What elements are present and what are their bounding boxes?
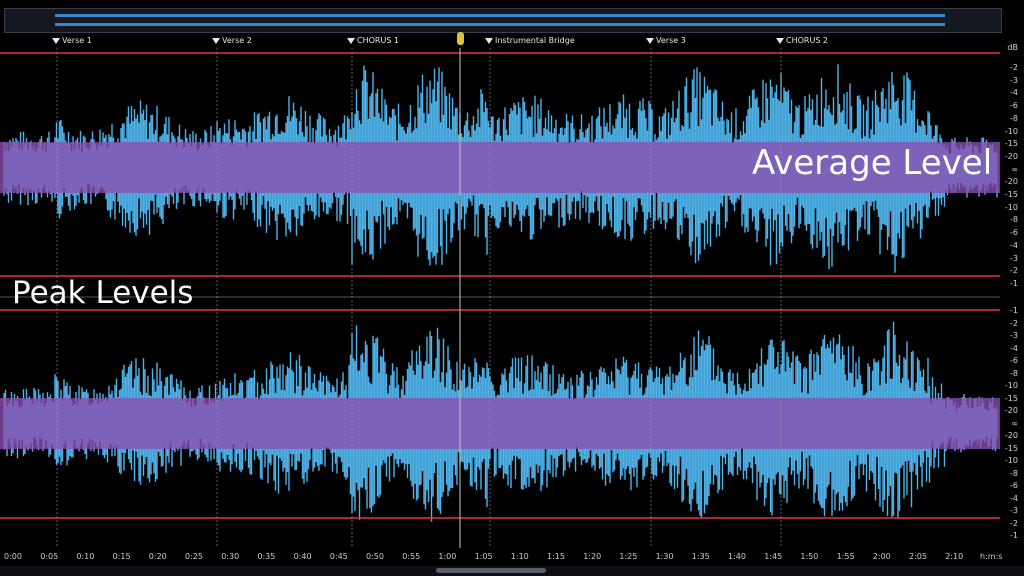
scrollbar-thumb[interactable]	[436, 568, 546, 573]
db-tick-label: -10	[1004, 126, 1018, 136]
db-tick-label: -4	[1010, 88, 1018, 98]
db-tick-label: -15	[1004, 443, 1018, 453]
timeline-tick-label: 0:15	[112, 552, 131, 561]
timeline-tick-label: 2:10	[945, 552, 964, 561]
timeline-tick-label: 1:45	[764, 552, 783, 561]
db-tick-label: -6	[1010, 356, 1018, 365]
db-tick-label: -20	[1004, 406, 1018, 415]
timeline-tick-label: 0:00	[4, 552, 22, 561]
db-tick-label: -6	[1010, 228, 1018, 238]
db-tick-label: -1	[1010, 306, 1018, 315]
db-tick-label: -20	[1004, 151, 1018, 161]
timeline-tick-label: 0:05	[40, 552, 59, 561]
db-tick-label: -6	[1010, 101, 1018, 111]
db-tick-label: -8	[1010, 468, 1018, 478]
db-tick-label: -10	[1004, 381, 1018, 390]
db-tick-label: -3	[1010, 75, 1018, 85]
timeline-tick-label: 0:25	[185, 552, 203, 561]
average-level-band-lower	[0, 398, 1000, 449]
db-tick-label: -20	[1004, 177, 1018, 187]
db-tick-label: -6	[1010, 481, 1018, 490]
timeline-unit-label: h:m:s	[980, 552, 1003, 561]
db-tick-label: -15	[1004, 139, 1018, 149]
timeline-tick-label: 2:05	[909, 552, 927, 561]
timeline-tick-label: 0:35	[257, 552, 276, 561]
db-unit-label: dB	[1007, 43, 1018, 52]
timeline-tick-label: 1:40	[728, 552, 746, 561]
timeline-tick-label: 1:20	[583, 552, 602, 561]
db-tick-label: -15	[1004, 190, 1018, 200]
timeline-tick-label: 0:55	[402, 552, 421, 561]
timeline-tick-label: 1:55	[836, 552, 855, 561]
db-tick-label: -10	[1004, 456, 1018, 465]
db-tick-label: -10	[1004, 202, 1018, 212]
db-tick-label: -8	[1010, 368, 1018, 378]
db-tick-label: ∞	[1011, 164, 1018, 174]
timeline-tick-label: 1:30	[655, 552, 674, 561]
db-tick-label: -2	[1010, 266, 1018, 276]
timeline-tick-label: 1:05	[474, 552, 493, 561]
db-tick-label: -2	[1010, 318, 1018, 328]
db-tick-label: -1	[1010, 279, 1018, 288]
db-tick-label: -8	[1010, 113, 1018, 123]
db-tick-label: -20	[1004, 431, 1018, 440]
peak-levels-label: Peak Levels	[12, 275, 194, 311]
db-tick-label: -4	[1010, 240, 1018, 250]
db-tick-label: -4	[1010, 343, 1018, 353]
db-tick-label: -1	[1010, 531, 1018, 540]
db-tick-label: -2	[1010, 518, 1018, 528]
timeline-tick-label: 1:35	[691, 552, 710, 561]
average-level-label: Average Level	[752, 143, 993, 183]
timeline-tick-label: 0:30	[221, 552, 240, 561]
db-tick-label: -8	[1010, 215, 1018, 225]
timeline-tick-label: 1:15	[547, 552, 565, 561]
timeline-tick-label: 1:25	[619, 552, 638, 561]
timeline-tick-label: 0:10	[76, 552, 95, 561]
timeline-tick-label: 0:20	[148, 552, 167, 561]
db-tick-label: ∞	[1011, 418, 1018, 428]
db-tick-label: -3	[1010, 253, 1018, 263]
timeline-tick-label: 1:10	[510, 552, 529, 561]
timeline-tick-label: 0:40	[293, 552, 312, 561]
timeline-tick-label: 0:45	[329, 552, 348, 561]
db-tick-label: -2	[1010, 63, 1018, 72]
timeline-tick-label: 1:50	[800, 552, 819, 561]
db-tick-label: -3	[1010, 331, 1018, 340]
timeline-tick-label: 0:50	[366, 552, 384, 561]
db-tick-label: -15	[1004, 393, 1018, 403]
db-tick-label: -4	[1010, 493, 1018, 503]
timeline-tick-label: 1:00	[438, 552, 457, 561]
db-tick-label: -3	[1010, 506, 1018, 515]
timeline-tick-label: 2:00	[872, 552, 891, 561]
